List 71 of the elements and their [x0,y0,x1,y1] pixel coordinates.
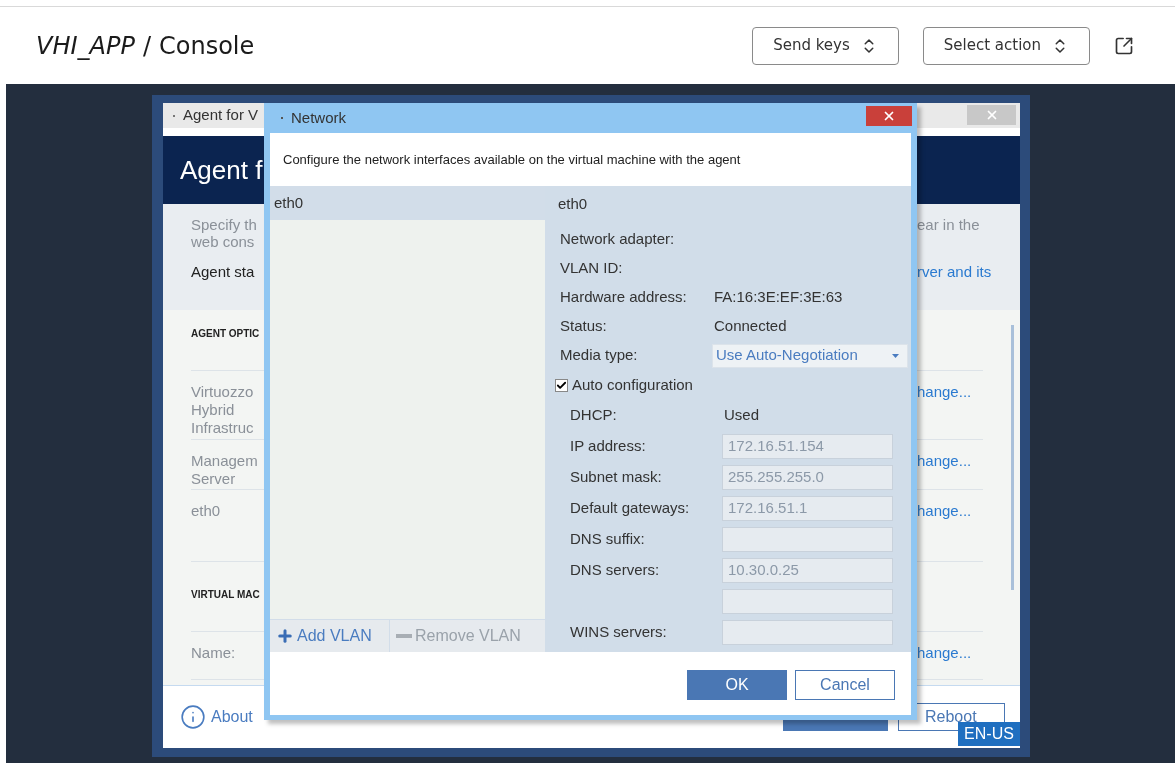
language-badge: EN-US [958,722,1020,746]
change-link[interactable]: hange... [917,502,972,520]
change-link[interactable]: hange... [917,644,972,662]
input-field[interactable]: 10.30.0.25 [722,558,893,583]
window-title: Agent for V [183,105,259,126]
field-label: WINS servers: [570,623,667,641]
page-title: Console [159,30,255,62]
field-label: Subnet mask: [570,468,662,486]
dropdown-button[interactable]: Send keys [752,26,899,65]
detail-label: Network adapter: [560,229,676,250]
change-link[interactable]: hange... [917,452,972,470]
window-heading: Agent f [180,153,263,187]
minus-icon [396,634,412,638]
change-link[interactable]: hange... [917,383,972,401]
media-type-select[interactable]: Use Auto-Negotiation [712,343,908,368]
status-label: Agent sta [191,263,255,280]
close-button[interactable] [866,106,912,126]
field-label: DNS suffix: [570,530,645,548]
info-icon [180,704,206,730]
input-field[interactable] [722,620,893,645]
description-text: web cons [191,233,255,250]
dropdown-button[interactable]: Select action [922,26,1090,65]
dialog-title: Network [291,107,346,128]
close-button[interactable] [967,105,1016,125]
option-label: Name: [191,644,236,662]
check-icon [556,379,567,391]
cancel-button[interactable]: Cancel [795,670,895,700]
expand-icon[interactable] [1114,35,1134,56]
console-screen[interactable] [152,95,1030,757]
input-field[interactable]: 172.16.51.1 [722,496,893,521]
field-label: IP address: [570,437,646,455]
input-field[interactable]: 255.255.255.0 [722,465,893,490]
option-label: Virtuozzo [191,383,254,401]
plus-icon [276,627,294,645]
interface-item[interactable]: eth0 [270,186,545,220]
field-label: DNS servers: [570,561,660,579]
interface-name: eth0 [558,193,588,214]
dropdown-arrow-icon [892,353,899,358]
description-text: ear in the [917,216,980,233]
option-label: Server [191,470,236,488]
section-title: AGENT OPTIC [191,327,260,341]
detail-label: Media type: [560,345,639,366]
scrollbar[interactable] [1011,325,1014,590]
field-label: Default gateways: [570,499,690,517]
detail-value: FA:16:3E:EF:3E:63 [714,287,843,308]
detail-label: Status: [560,316,608,337]
detail-label: Hardware address: [560,287,688,308]
app-name: VHI_APP [36,30,135,62]
option-label: Hybrid [191,401,235,419]
close-icon [882,109,896,123]
detail-value: Connected [714,316,787,337]
field-value: Used [724,405,760,426]
input-field[interactable] [722,589,893,614]
remove-vlan-button[interactable]: Remove VLAN [390,620,545,652]
field-label: DHCP: [570,406,617,424]
auto-configuration-checkbox[interactable] [555,378,568,392]
input-field[interactable]: 172.16.51.154 [722,434,893,459]
detail-label: VLAN ID: [560,258,624,279]
status-link[interactable]: rver and its [917,263,992,280]
breadcrumb-separator: / [142,30,151,62]
option-label: Managem [191,452,258,470]
option-label: Infrastruc [191,419,254,437]
dialog-description: Configure the network interfaces available on the virtual machine with the agent [283,150,741,169]
section-title: VIRTUAL MAC [191,588,260,602]
add-vlan-button[interactable]: Add VLAN [270,620,390,652]
input-field[interactable] [722,527,893,552]
option-label: eth0 [191,502,221,520]
description-text: Specify th [191,216,257,233]
ok-button[interactable]: OK [687,670,787,700]
about-link[interactable]: About [211,705,253,729]
checkbox-label: Auto configuration [572,374,693,395]
